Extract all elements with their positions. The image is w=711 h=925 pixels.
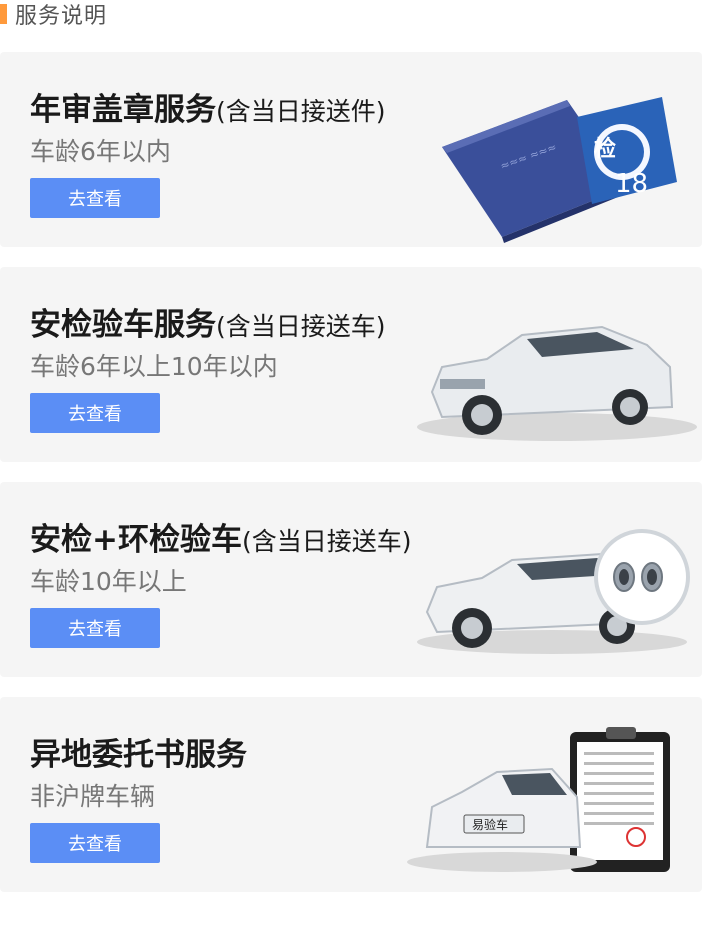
section-header: 服务说明 — [0, 0, 711, 29]
view-button[interactable]: 去查看 — [30, 823, 160, 863]
card-title: 安检+环检验车(含当日接送车) — [30, 522, 412, 558]
view-button[interactable]: 去查看 — [30, 608, 160, 648]
card-desc: 车龄10年以上 — [30, 567, 187, 596]
section-title: 服务说明 — [15, 4, 108, 29]
sedan-car-image — [417, 325, 697, 441]
card-desc: 车龄6年以上10年以内 — [30, 352, 278, 381]
service-card-remote-proxy[interactable]: 异地委托书服务 非沪牌车辆 去查看 易验车 — [0, 697, 702, 892]
sticker-badge-text: 检 — [594, 136, 616, 162]
car-document-image: 易验车 — [407, 727, 670, 872]
card-title: 年审盖章服务(含当日接送件) — [30, 92, 386, 128]
section-accent-bar — [0, 4, 7, 24]
card-desc: 车龄6年以内 — [30, 137, 171, 166]
sticker-number-text: 18 — [615, 169, 648, 199]
card-title: 安检验车服务(含当日接送车) — [30, 307, 386, 343]
service-card-safety-env-check[interactable]: 安检+环检验车(含当日接送车) 车龄10年以上 去查看 — [0, 482, 702, 677]
inspection-certificate-image: ≈≈≈ ≈≈≈ 检 18 — [442, 97, 677, 243]
card-desc: 非沪牌车辆 — [30, 782, 156, 811]
service-card-annual-stamp[interactable]: 年审盖章服务(含当日接送件) 车龄6年以内 去查看 ≈≈≈ ≈≈≈ 检 18 — [0, 52, 702, 247]
view-button[interactable]: 去查看 — [30, 178, 160, 218]
license-plate-text: 易验车 — [472, 817, 508, 832]
service-card-safety-check[interactable]: 安检验车服务(含当日接送车) 车龄6年以上10年以内 去查看 — [0, 267, 702, 462]
view-button[interactable]: 去查看 — [30, 393, 160, 433]
suv-exhaust-image — [417, 529, 690, 654]
card-title: 异地委托书服务 — [30, 737, 247, 773]
